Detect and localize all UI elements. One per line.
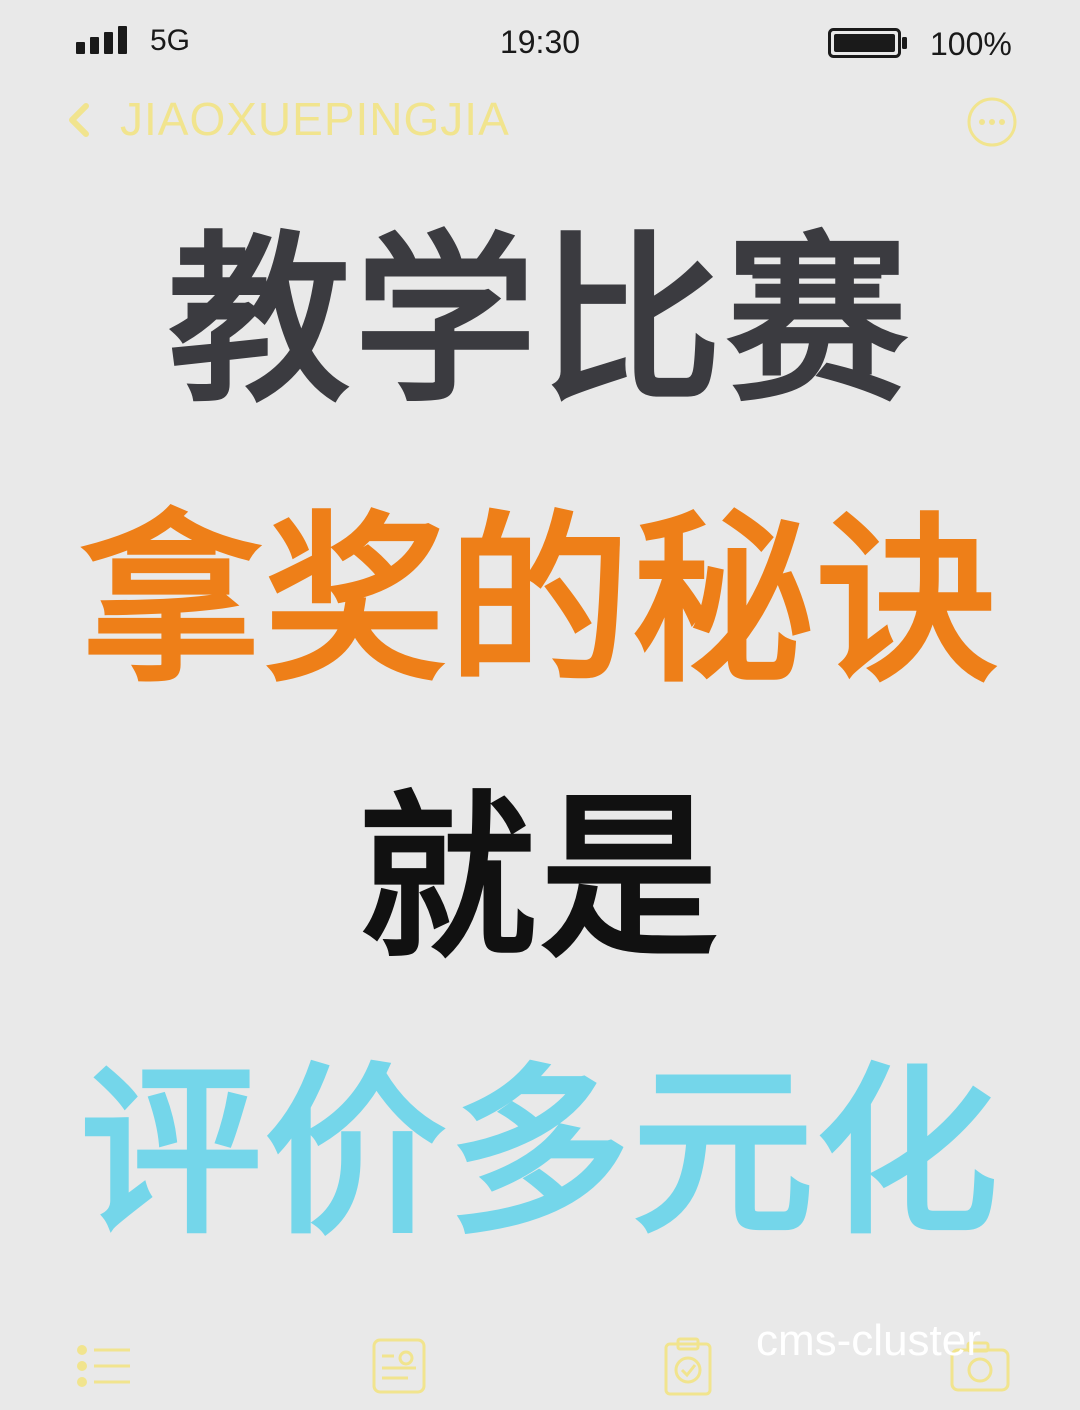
headline-line-2: 拿奖的秘诀 [80,495,1000,707]
status-time: 19:30 [499,24,581,60]
battery-percent: 100% [930,26,1012,62]
headline-line-4: 评价多元化 [80,1047,1000,1259]
nav-title: JIAOXUEPINGJIA [120,93,510,145]
headline-line-1: 教学比赛 [168,215,912,427]
clipboard-check-icon[interactable] [658,1336,718,1396]
headline-line-3: 就是 [358,775,722,982]
list-icon[interactable] [74,1336,134,1396]
watermark: cms-cluster [756,1316,981,1365]
status-bar: 5G 19:30 100% [0,0,1080,86]
more-options-icon[interactable] [966,96,1018,148]
battery-icon [828,28,907,58]
back-chevron-icon[interactable] [64,100,94,140]
profile-card-icon[interactable] [370,1336,430,1396]
nav-bar: JIAOXUEPINGJIA [0,86,1080,156]
